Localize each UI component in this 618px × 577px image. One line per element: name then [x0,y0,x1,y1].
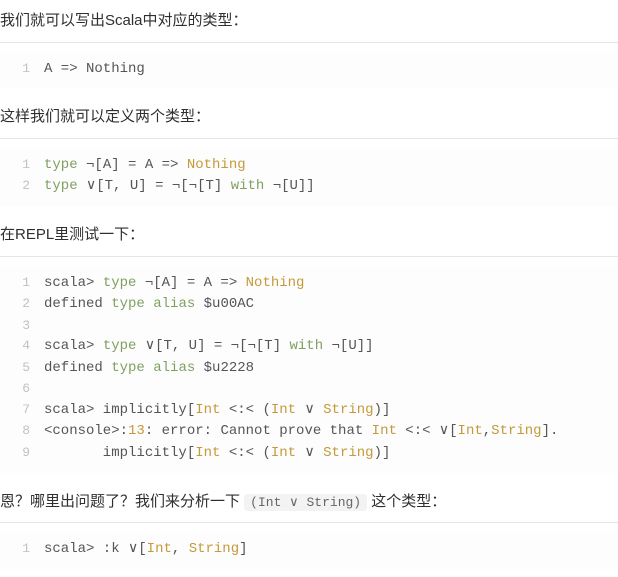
line-number: 6 [0,379,44,399]
line-number: 8 [0,421,44,443]
text: 这样我们就可以定义两个类型： [0,108,210,125]
text: 在REPL里测试一下： [0,226,144,243]
paragraph-analysis: 恩？哪里出问题了？我们来分析一下 (Int ∨ String) 这个类型： [0,481,618,524]
paragraph-define-two-types: 这样我们就可以定义两个类型： [0,96,618,139]
code-content: scala> implicitly[Int <:< (Int ∨ String)… [44,400,618,422]
code-line: 6 [0,379,618,399]
code-content: scala> type ∨[T, U] = ¬[¬[T] with ¬[U]] [44,336,618,358]
code-line: 1type ¬[A] = A => Nothing [0,155,618,177]
code-content [44,379,618,399]
code-block-2: 1type ¬[A] = A => Nothing2type ∨[T, U] =… [0,147,618,206]
code-content: defined type alias $u00AC [44,294,618,316]
code-content: implicitly[Int <:< (Int ∨ String)] [44,443,618,465]
line-number: 1 [0,59,44,81]
code-content: defined type alias $u2228 [44,358,618,380]
line-number: 1 [0,155,44,177]
code-content: A => Nothing [44,59,618,81]
line-number: 5 [0,358,44,380]
code-line: 1scala> :k ∨[Int, String] [0,539,618,561]
code-line: 9 implicitly[Int <:< (Int ∨ String)] [0,443,618,465]
code-block-3: 1scala> type ¬[A] = A => Nothing2defined… [0,265,618,473]
code-block-4: 1scala> :k ∨[Int, String] [0,531,618,569]
line-number: 2 [0,176,44,198]
line-number: 9 [0,443,44,465]
code-content: scala> :k ∨[Int, String] [44,539,618,561]
code-content: type ¬[A] = A => Nothing [44,155,618,177]
line-number: 3 [0,316,44,336]
code-block-1: 1A => Nothing [0,51,618,89]
code-line: 7scala> implicitly[Int <:< (Int ∨ String… [0,400,618,422]
line-number: 7 [0,400,44,422]
paragraph-repl-test: 在REPL里测试一下： [0,214,618,257]
line-number: 2 [0,294,44,316]
code-line: 4scala> type ∨[T, U] = ¬[¬[T] with ¬[U]] [0,336,618,358]
text-pre: 恩？哪里出问题了？我们来分析一下 [0,493,244,510]
line-number: 4 [0,336,44,358]
code-line: 3 [0,316,618,336]
text-post: 这个类型： [367,493,446,510]
code-line: 5defined type alias $u2228 [0,358,618,380]
line-number: 1 [0,539,44,561]
code-content: scala> type ¬[A] = A => Nothing [44,273,618,295]
code-content: <console>:13: error: Cannot prove that I… [44,421,618,443]
code-line: 1A => Nothing [0,59,618,81]
line-number: 1 [0,273,44,295]
code-line: 2defined type alias $u00AC [0,294,618,316]
code-line: 1scala> type ¬[A] = A => Nothing [0,273,618,295]
code-content: type ∨[T, U] = ¬[¬[T] with ¬[U]] [44,176,618,198]
code-content [44,316,618,336]
text: 我们就可以写出Scala中对应的类型： [0,12,248,29]
inline-code-type: (Int ∨ String) [244,494,367,511]
code-line: 2type ∨[T, U] = ¬[¬[T] with ¬[U]] [0,176,618,198]
code-line: 8<console>:13: error: Cannot prove that … [0,421,618,443]
paragraph-intro-types: 我们就可以写出Scala中对应的类型： [0,0,618,43]
